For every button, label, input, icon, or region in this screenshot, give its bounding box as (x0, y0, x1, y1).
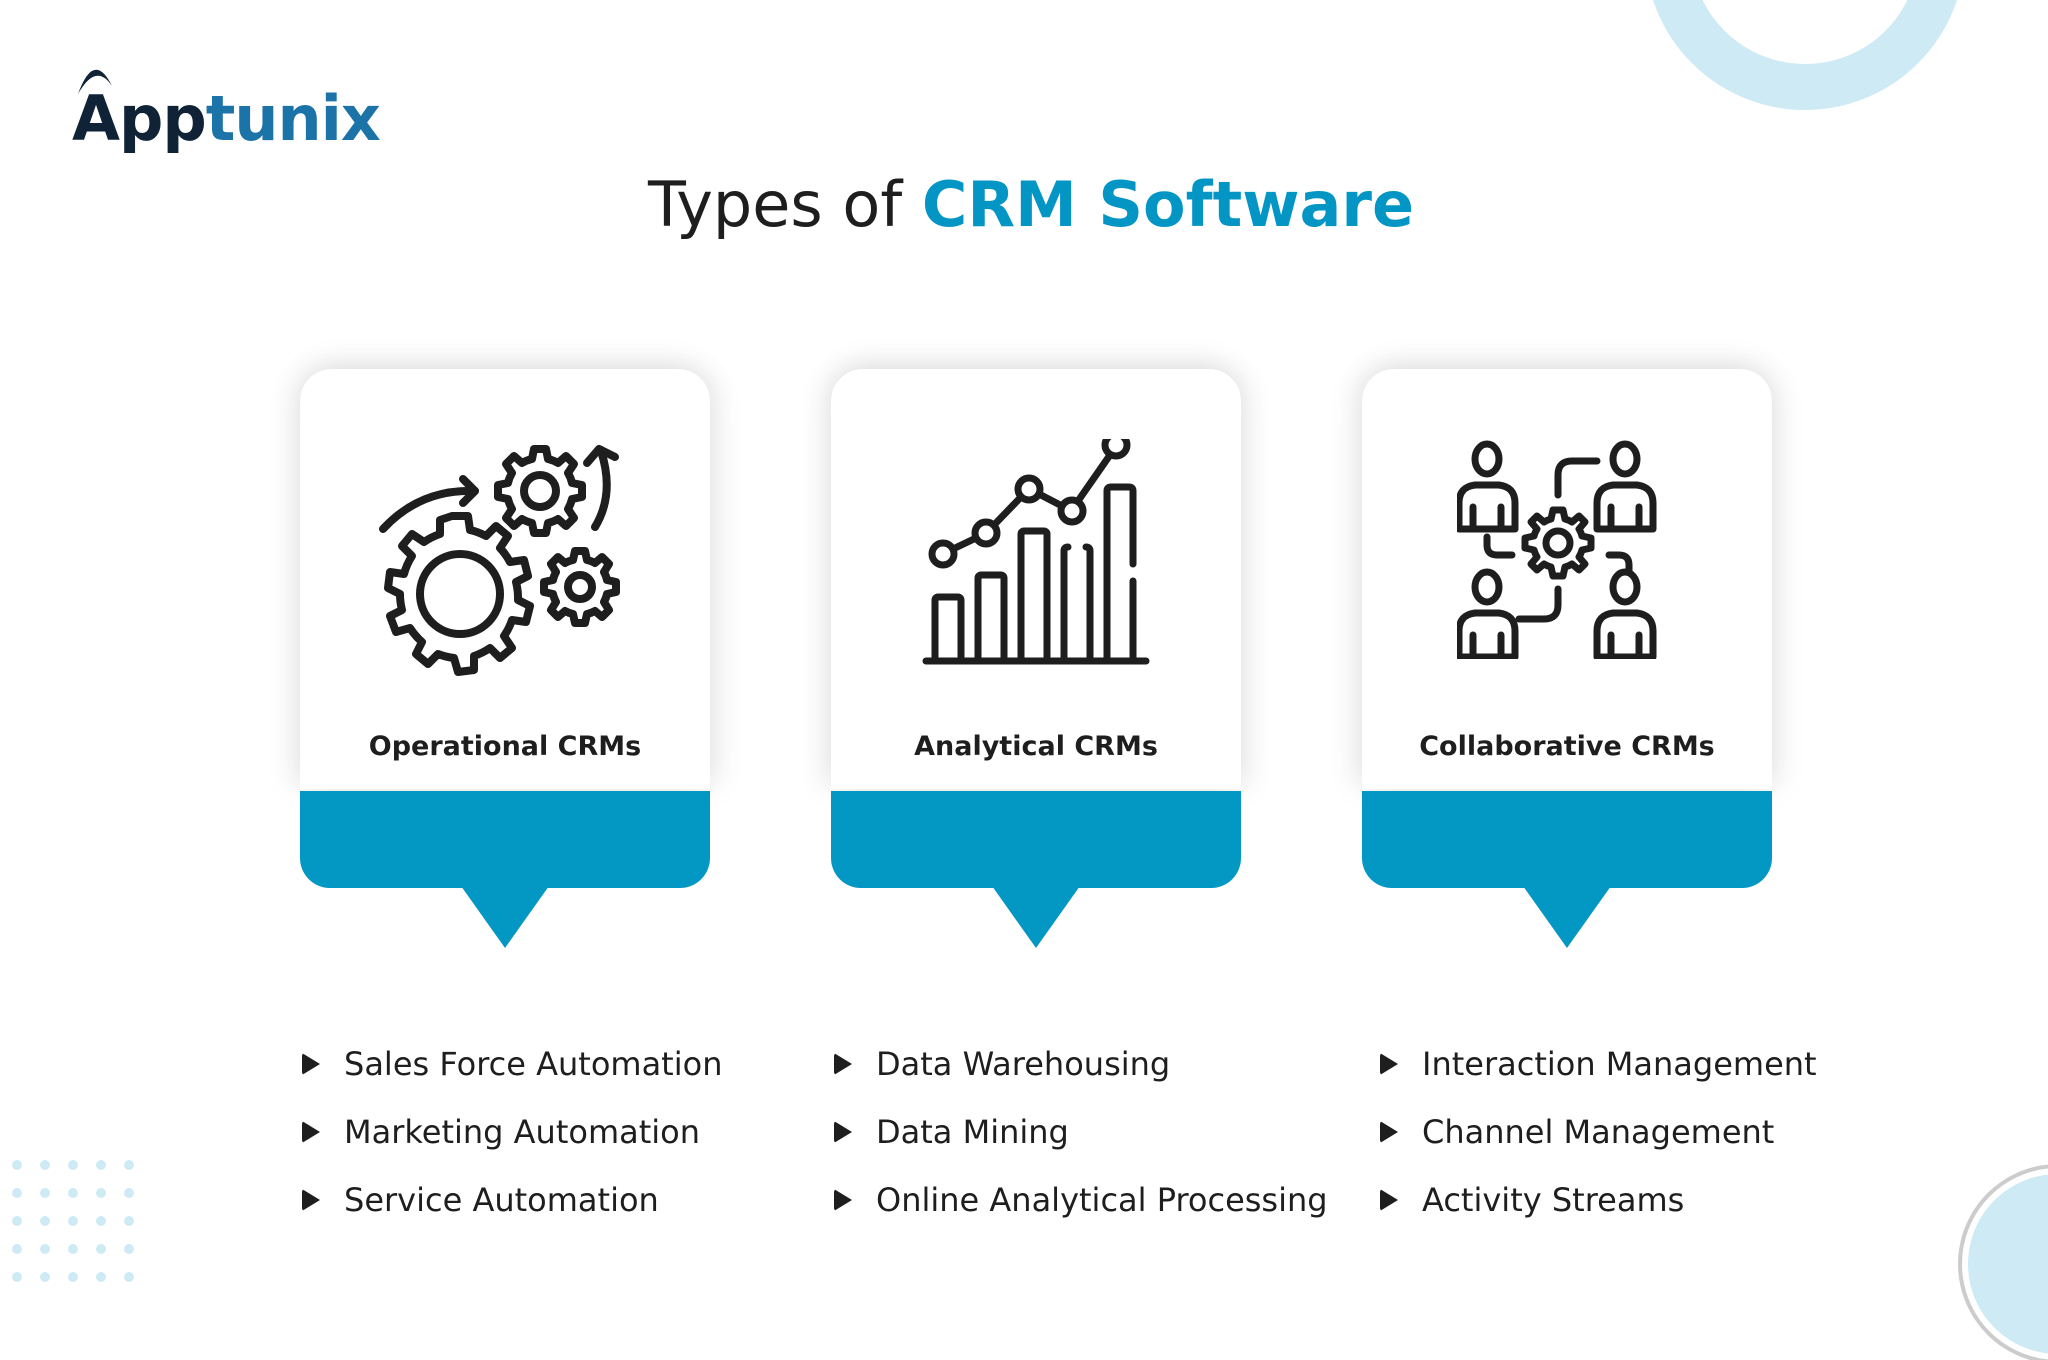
list-item: Online Analytical Processing (834, 1166, 1328, 1234)
list-item: Data Warehousing (834, 1030, 1328, 1098)
play-bullet-icon (834, 1189, 852, 1211)
play-bullet-icon (302, 1189, 320, 1211)
card-footer-band (300, 791, 710, 888)
list-item: Channel Management (1380, 1098, 1817, 1166)
list-item-text: Service Automation (344, 1181, 659, 1219)
list-item: Interaction Management (1380, 1030, 1817, 1098)
card-footer-band (831, 791, 1241, 888)
play-bullet-icon (302, 1053, 320, 1075)
title-plain: Types of (647, 168, 922, 241)
card-pointer (992, 886, 1080, 948)
decorative-dot-grid (12, 1160, 134, 1282)
play-bullet-icon (302, 1121, 320, 1143)
card-footer-band (1362, 791, 1772, 888)
card-label: Collaborative CRMs (1419, 731, 1715, 762)
list-item: Activity Streams (1380, 1166, 1817, 1234)
list-item-text: Online Analytical Processing (876, 1181, 1328, 1219)
title-accent: CRM Software (921, 168, 1414, 241)
card-pointer (461, 886, 549, 948)
list-item-text: Data Warehousing (876, 1045, 1171, 1083)
list-item: Sales Force Automation (302, 1030, 722, 1098)
analytical-feature-list: Data Warehousing Data Mining Online Anal… (834, 1030, 1328, 1234)
list-item-text: Activity Streams (1422, 1181, 1685, 1219)
play-bullet-icon (834, 1121, 852, 1143)
brand-logo: Apptunix (72, 56, 381, 150)
bar-line-chart-icon (922, 439, 1150, 665)
decorative-ring (1645, 0, 1965, 110)
team-network-icon (1457, 440, 1657, 659)
decorative-circle (1962, 1168, 2048, 1360)
list-item: Data Mining (834, 1098, 1328, 1166)
list-item-text: Channel Management (1422, 1113, 1775, 1151)
logo-text-app: App (72, 82, 207, 155)
card-collaborative: Collaborative CRMs (1362, 369, 1772, 789)
card-analytical: Analytical CRMs (831, 369, 1241, 789)
list-item: Marketing Automation (302, 1098, 722, 1166)
play-bullet-icon (1380, 1189, 1398, 1211)
logo-text-tunix: tunix (205, 82, 381, 155)
gears-icon (379, 445, 620, 676)
page-title: Types of CRM Software (0, 168, 2048, 241)
play-bullet-icon (1380, 1121, 1398, 1143)
play-bullet-icon (1380, 1053, 1398, 1075)
list-item-text: Interaction Management (1422, 1045, 1817, 1083)
operational-feature-list: Sales Force Automation Marketing Automat… (302, 1030, 722, 1234)
card-label: Analytical CRMs (914, 731, 1158, 762)
list-item: Service Automation (302, 1166, 722, 1234)
play-bullet-icon (834, 1053, 852, 1075)
list-item-text: Sales Force Automation (344, 1045, 723, 1083)
list-item-text: Marketing Automation (344, 1113, 701, 1151)
list-item-text: Data Mining (876, 1113, 1069, 1151)
card-operational: Operational CRMs (300, 369, 710, 789)
collaborative-feature-list: Interaction Management Channel Managemen… (1380, 1030, 1817, 1234)
card-label: Operational CRMs (368, 731, 642, 762)
card-pointer (1523, 886, 1611, 948)
